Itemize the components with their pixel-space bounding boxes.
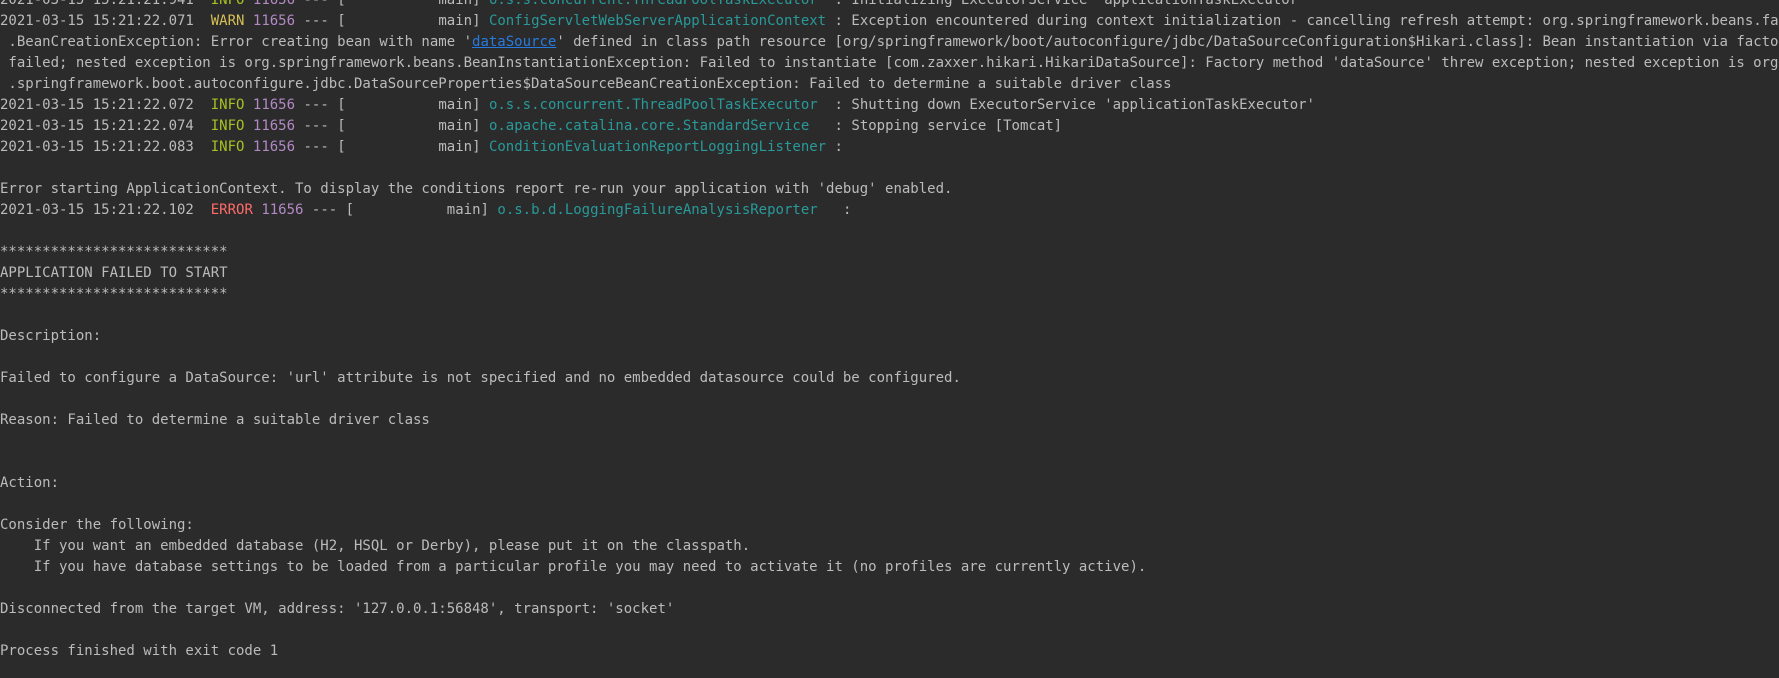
log-logger: o.apache.catalina.core.StandardService xyxy=(488,118,827,134)
log-logger: o.s.b.d.LoggingFailureAnalysisReporter xyxy=(497,202,835,218)
console-line: If you want an embedded database (H2, HS… xyxy=(0,536,750,557)
console-line: Process finished with exit code 1 xyxy=(0,641,278,662)
log-thread: [ main] xyxy=(337,0,481,8)
console-text: ' defined in class path resource [org/sp… xyxy=(556,34,1779,50)
log-timestamp: 2021-03-15 15:21:22.072 xyxy=(0,97,194,113)
log-message: : Exception encountered during context i… xyxy=(826,13,1779,29)
log-message: : Initializing ExecutorService 'applicat… xyxy=(826,0,1307,8)
console-line: If you have database settings to be load… xyxy=(0,557,1147,578)
log-pid: 11656 xyxy=(252,118,296,134)
log-level: INFO xyxy=(210,118,245,134)
console-text: Failed to configure a DataSource: 'url' … xyxy=(0,370,961,386)
console-text: APPLICATION FAILED TO START xyxy=(0,265,228,281)
console-line: .springframework.boot.autoconfigure.jdbc… xyxy=(0,74,1172,95)
console-line: Consider the following: xyxy=(0,515,194,536)
log-thread: [ main] xyxy=(337,13,481,29)
console-text: Error starting ApplicationContext. To di… xyxy=(0,181,953,197)
log-logger: ConfigServletWebServerApplicationContext xyxy=(488,13,827,29)
log-timestamp: 2021-03-15 15:21:22.102 xyxy=(0,202,194,218)
log-pid: 11656 xyxy=(252,0,296,8)
log-message: : xyxy=(826,139,843,155)
console-line: Failed to configure a DataSource: 'url' … xyxy=(0,368,961,389)
log-level: INFO xyxy=(210,0,245,8)
log-message: : xyxy=(834,202,852,218)
console-text: Reason: Failed to determine a suitable d… xyxy=(0,412,430,428)
console-line: 2021-03-15 15:21:22.102 ERROR 11656 --- … xyxy=(0,200,851,221)
log-logger: ConditionEvaluationReportLoggingListener xyxy=(488,139,827,155)
console-text: *************************** xyxy=(0,286,228,302)
log-timestamp: 2021-03-15 15:21:22.071 xyxy=(0,13,194,29)
log-separator: --- xyxy=(311,202,338,218)
bean-name-link[interactable]: dataSource xyxy=(472,34,556,50)
console-text: *************************** xyxy=(0,244,228,260)
console-line: APPLICATION FAILED TO START xyxy=(0,263,228,284)
log-separator: --- xyxy=(303,139,329,155)
console-line: 2021-03-15 15:21:22.072 INFO 11656 --- [… xyxy=(0,95,1315,116)
console-text: Disconnected from the target VM, address… xyxy=(0,601,675,617)
log-message: : Shutting down ExecutorService 'applica… xyxy=(826,97,1315,113)
log-separator: --- xyxy=(303,0,329,8)
console-line: 2021-03-15 15:21:22.074 INFO 11656 --- [… xyxy=(0,116,1062,137)
log-thread: [ main] xyxy=(337,97,481,113)
console-line: *************************** xyxy=(0,284,228,305)
console-line: *************************** xyxy=(0,242,228,263)
console-line: 2021-03-15 15:21:22.071 WARN 11656 --- [… xyxy=(0,11,1779,32)
log-separator: --- xyxy=(303,118,329,134)
log-separator: --- xyxy=(303,13,329,29)
log-level: WARN xyxy=(210,13,245,29)
console-text: .springframework.boot.autoconfigure.jdbc… xyxy=(0,76,1172,92)
console-text: Consider the following: xyxy=(0,517,194,533)
console-text: failed; nested exception is org.springfr… xyxy=(0,55,1779,71)
log-pid: 11656 xyxy=(252,139,296,155)
log-timestamp: 2021-03-15 15:21:21.941 xyxy=(0,0,194,8)
console-line: 2021-03-15 15:21:22.083 INFO 11656 --- [… xyxy=(0,137,843,158)
console-text: If you want an embedded database (H2, HS… xyxy=(0,538,751,554)
console-line: Reason: Failed to determine a suitable d… xyxy=(0,410,430,431)
log-pid: 11656 xyxy=(252,13,296,29)
console-line: Action: xyxy=(0,473,59,494)
log-pid: 11656 xyxy=(261,202,304,218)
console-line: Description: xyxy=(0,326,101,347)
log-pid: 11656 xyxy=(252,97,296,113)
console-output[interactable]: 2021-03-15 15:21:21.941 INFO 11656 --- [… xyxy=(0,0,1779,678)
log-timestamp: 2021-03-15 15:21:22.074 xyxy=(0,118,194,134)
log-level: INFO xyxy=(210,139,245,155)
console-line: Disconnected from the target VM, address… xyxy=(0,599,674,620)
log-logger: o.s.s.concurrent.ThreadPoolTaskExecutor xyxy=(488,97,827,113)
log-logger: o.s.s.concurrent.ThreadPoolTaskExecutor xyxy=(488,0,827,8)
console-line: 2021-03-15 15:21:21.941 INFO 11656 --- [… xyxy=(0,0,1307,11)
log-thread: [ main] xyxy=(337,139,481,155)
console-line: .BeanCreationException: Error creating b… xyxy=(0,32,1779,53)
console-text: If you have database settings to be load… xyxy=(0,559,1147,575)
console-text: Description: xyxy=(0,328,102,344)
console-text: .BeanCreationException: Error creating b… xyxy=(0,34,473,50)
log-thread: [ main] xyxy=(345,202,489,218)
console-text: Process finished with exit code 1 xyxy=(0,643,279,659)
log-separator: --- xyxy=(303,97,329,113)
log-timestamp: 2021-03-15 15:21:22.083 xyxy=(0,139,194,155)
log-level: ERROR xyxy=(210,202,253,218)
console-line: Error starting ApplicationContext. To di… xyxy=(0,179,952,200)
console-text: Action: xyxy=(0,475,60,491)
log-thread: [ main] xyxy=(337,118,481,134)
log-message: : Stopping service [Tomcat] xyxy=(826,118,1063,134)
console-line: failed; nested exception is org.springfr… xyxy=(0,53,1778,74)
log-level: INFO xyxy=(210,97,245,113)
